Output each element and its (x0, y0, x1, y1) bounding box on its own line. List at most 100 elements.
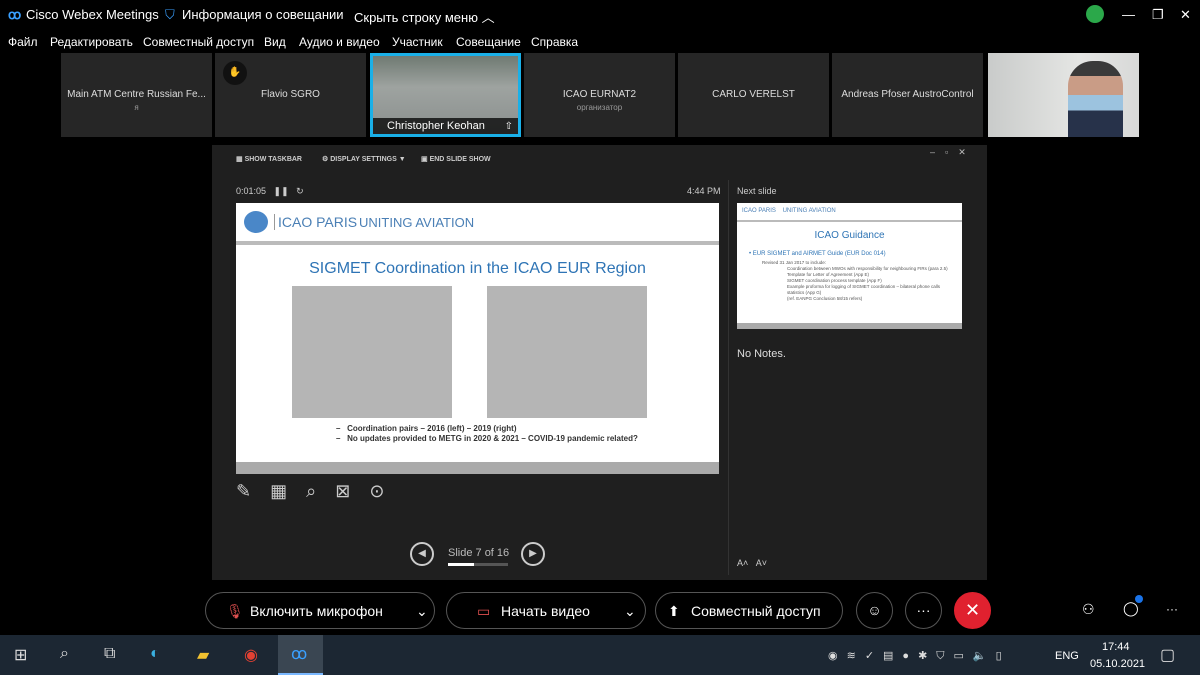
menu-file[interactable]: Файл (8, 35, 38, 49)
taskbar-time[interactable]: 17:44 (1102, 641, 1130, 653)
task-view-icon[interactable]: ⧉ (104, 645, 115, 663)
participant-tile[interactable]: Andreas Pfoser AustroControl (832, 53, 983, 137)
text: EUR SIGMET and AIRMET Guide (EUR Doc 014… (752, 251, 886, 257)
next-slide-bullet: • EUR SIGMET and AIRMET Guide (EUR Doc 0… (749, 251, 886, 257)
chevron-down-icon[interactable]: ⌄ (624, 603, 636, 620)
notifications-icon[interactable]: ▢ (1160, 645, 1175, 665)
edge-icon[interactable]: ◐ (150, 645, 160, 663)
menu-edit[interactable]: Редактировать (50, 35, 133, 49)
next-slide-title: ICAO Guidance (814, 230, 885, 241)
next-slide-org: ICAO PARIS (742, 208, 776, 214)
more-options-icon[interactable]: ⊙ (369, 481, 384, 501)
slide-counter: Slide 7 of 16 (448, 547, 510, 559)
slide-progress (448, 563, 508, 566)
pause-icon[interactable]: ❚❚ (274, 186, 289, 196)
end-slide-show-button[interactable]: ▣ END SLIDE SHOW (421, 155, 491, 163)
restart-icon[interactable]: ↻ (296, 186, 304, 196)
windows-start-icon[interactable]: ⊞ (14, 645, 27, 665)
previous-slide-button[interactable]: ◀ (410, 542, 434, 566)
share-button[interactable]: ⬆ Совместный доступ (655, 592, 843, 629)
mic-off-icon: 🎙 (226, 603, 244, 619)
signal-icon[interactable] (1086, 5, 1104, 23)
all-slides-icon[interactable]: ▦ (270, 481, 287, 501)
unmute-label: Включить микрофон (250, 603, 383, 619)
meeting-info-button[interactable]: Информация о совещании (182, 7, 344, 22)
participant-name: ICAO EURNAT2 (562, 89, 637, 100)
participant-name: Andreas Pfoser AustroControl (841, 89, 974, 100)
chrome-icon[interactable]: ◉ (244, 645, 258, 665)
menu-help[interactable]: Справка (531, 35, 578, 49)
menu-view[interactable]: Вид (264, 35, 286, 49)
restore-button[interactable]: ❐ (1152, 7, 1164, 23)
language-indicator[interactable]: ENG (1055, 650, 1079, 662)
map-2019 (487, 286, 647, 418)
raised-hand-icon: ✋ (223, 61, 247, 85)
share-label: Совместный доступ (691, 603, 821, 619)
font-size-buttons[interactable]: A˄ A˅ (737, 558, 767, 568)
taskbar-date[interactable]: 05.10.2021 (1090, 658, 1145, 670)
slide-title: SIGMET Coordination in the ICAO EUR Regi… (309, 260, 646, 277)
self-video-tile[interactable] (988, 53, 1139, 137)
more-panels-button[interactable]: ··· (1166, 602, 1178, 616)
bullet: – No updates provided to METG in 2020 & … (336, 434, 638, 443)
video-off-icon: ▭ (477, 603, 491, 619)
close-button[interactable]: ✕ (1180, 7, 1191, 23)
slide-tools: ✎ ▦ ⌕ ⊠ ⊙ (236, 481, 384, 502)
start-video-button[interactable]: ▭ Начать видео ⌄ (446, 592, 646, 629)
participant-name: CARLO VERELST (712, 89, 795, 100)
chevron-down-icon[interactable]: ⌄ (416, 603, 428, 620)
notes: No Notes. (737, 348, 786, 360)
display-settings-label: DISPLAY SETTINGS ▼ (330, 156, 406, 163)
bullet-text: No updates provided to METG in 2020 & 20… (347, 434, 638, 443)
hide-menu-button[interactable]: Скрыть строку меню ︿ (354, 7, 495, 26)
timer-value: 0:01:05 (236, 186, 267, 196)
next-slide-preview[interactable]: ICAO PARIS UNITING AVIATION ICAO Guidanc… (737, 203, 962, 329)
taskbar (0, 635, 1200, 675)
presenter-window-controls[interactable]: – ▫ ✕ (930, 147, 966, 158)
map-2016 (292, 286, 452, 418)
participant-tile[interactable]: Main ATM Centre Russian Fe... я (61, 53, 212, 137)
show-taskbar-button[interactable]: ▦ SHOW TASKBAR (236, 155, 302, 163)
clock: 4:44 PM (687, 186, 721, 196)
slide-org: ICAO PARIS (274, 214, 357, 230)
pen-icon[interactable]: ✎ (236, 481, 251, 501)
menu-share[interactable]: Совместный доступ (143, 35, 254, 49)
participant-name: Flavio SGRO (261, 89, 320, 100)
slide-bullets: – Coordination pairs – 2016 (left) – 201… (336, 424, 638, 444)
title-bar: ꝏ Cisco Webex Meetings ⛉ Информация о со… (0, 0, 1200, 30)
participant-tile[interactable]: ICAO EURNAT2 организатор (524, 53, 675, 137)
participants-icon[interactable]: ⚇ (1082, 601, 1095, 618)
system-tray-icons[interactable]: ◉≋✓▤●✱⛉▭🔈▯ (828, 649, 1011, 663)
minimize-button[interactable]: — (1122, 7, 1135, 22)
slide-tagline: UNITING AVIATION (359, 215, 475, 230)
menu-participant[interactable]: Участник (392, 35, 443, 49)
participant-tile[interactable]: CARLO VERELST (678, 53, 829, 137)
text: Example proforma for logging of SIGMET c… (787, 284, 940, 295)
hide-menu-label: Скрыть строку меню (354, 10, 478, 25)
menu-meeting[interactable]: Совещание (456, 35, 521, 49)
footer-bar (236, 462, 719, 474)
text: (ref. EANPG Conclusion 58/15 refers) (787, 296, 863, 301)
current-slide: ICAO PARIS UNITING AVIATION SIGMET Coord… (236, 203, 719, 474)
display-settings-button[interactable]: ⚙ DISPLAY SETTINGS ▼ (322, 155, 406, 163)
chat-icon[interactable]: ◯ (1123, 595, 1143, 617)
next-slide-label: Next slide (737, 186, 777, 196)
more-button[interactable]: ··· (905, 592, 942, 629)
menu-audio-video[interactable]: Аудио и видео (299, 35, 380, 49)
black-screen-icon[interactable]: ⊠ (335, 481, 350, 501)
share-icon: ⬆ (668, 603, 680, 619)
timer: 0:01:05 ❚❚ ↻ (236, 186, 304, 197)
person-video (1068, 61, 1123, 137)
participant-tile[interactable]: ✋ Flavio SGRO (215, 53, 366, 137)
webex-taskbar-icon[interactable]: ꝏ (278, 635, 323, 675)
shield-icon: ⛉ (165, 7, 175, 22)
end-slide-show-label: END SLIDE SHOW (429, 156, 491, 163)
zoom-icon[interactable]: ⌕ (306, 481, 316, 501)
reactions-button[interactable]: ☺ (856, 592, 893, 629)
file-explorer-icon[interactable]: ▰ (197, 645, 209, 665)
unmute-button[interactable]: 🎙 Включить микрофон ⌄ (205, 592, 435, 629)
leave-button[interactable]: ✕ (954, 592, 991, 629)
search-icon[interactable]: ⌕ (60, 645, 69, 663)
active-speaker-tile[interactable]: Christopher Keohan ⇧ (370, 53, 521, 137)
next-slide-button[interactable]: ▶ (521, 542, 545, 566)
